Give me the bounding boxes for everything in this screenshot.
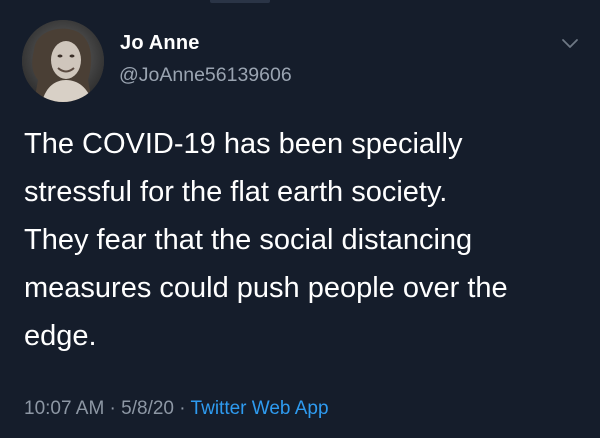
meta-separator: · <box>104 398 122 419</box>
chevron-down-icon[interactable] <box>560 36 580 52</box>
meta-separator: · <box>174 398 191 419</box>
tweet-time[interactable]: 10:07 AM <box>24 398 104 419</box>
top-edge-fragment <box>210 0 270 3</box>
tweet-text-line: The COVID-19 has been specially <box>24 128 463 160</box>
user-handle[interactable]: @JoAnne56139606 <box>119 64 292 87</box>
display-name[interactable]: Jo Anne <box>120 32 200 55</box>
tweet-date[interactable]: 5/8/20 <box>121 398 174 419</box>
tweet-source-link[interactable]: Twitter Web App <box>191 398 329 419</box>
tweet-text-line: They fear that the social distancing <box>24 224 473 256</box>
avatar[interactable] <box>22 20 104 102</box>
tweet-text: The COVID-19 has been specially stressfu… <box>24 120 584 360</box>
profile-photo-icon <box>22 20 104 102</box>
tweet-text-line: measures could push people over the <box>24 272 508 304</box>
tweet-meta: 10:07 AM · 5/8/20 · Twitter Web App <box>24 398 329 420</box>
tweet-text-line: stressful for the flat earth society. <box>24 176 448 208</box>
tweet-text-line: edge. <box>24 320 97 352</box>
